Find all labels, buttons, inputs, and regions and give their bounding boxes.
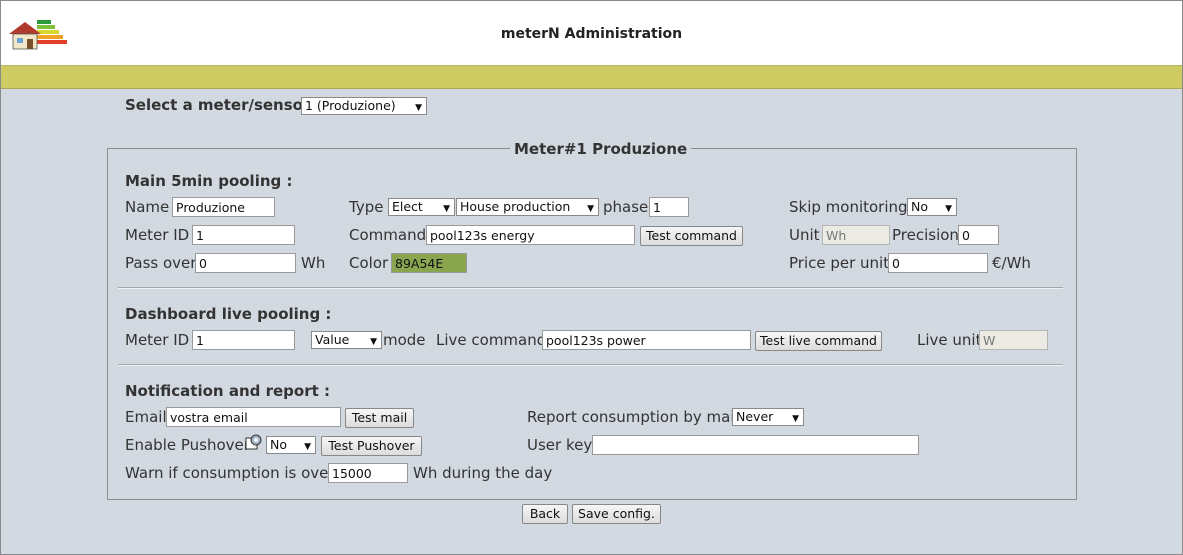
live-section-title: Dashboard live pooling : xyxy=(125,305,332,323)
subtype-select-value: House production xyxy=(460,199,571,214)
back-button[interactable]: Back xyxy=(522,504,568,524)
warn-label: Warn if consumption is over xyxy=(125,464,335,482)
phase-input[interactable]: 1 xyxy=(649,197,689,217)
warn-suffix: Wh during the day xyxy=(413,464,553,482)
page-title: meterN Administration xyxy=(500,26,683,42)
meter-select-value: 1 (Produzione) xyxy=(305,98,396,113)
live-command-input[interactable]: pool123s power xyxy=(542,330,751,350)
phase-label: phase xyxy=(603,198,649,216)
user-key-input[interactable] xyxy=(592,435,919,455)
type-select[interactable]: Elect ▼ xyxy=(388,198,455,216)
price-label: Price per unit xyxy=(789,254,890,272)
live-unit-input: W xyxy=(979,330,1048,350)
color-label: Color xyxy=(349,254,389,272)
chevron-down-icon: ▼ xyxy=(945,204,952,214)
live-meter-id-input[interactable]: 1 xyxy=(192,330,295,350)
email-label: Email xyxy=(125,408,167,426)
email-input[interactable]: vostra email xyxy=(166,407,341,427)
divider xyxy=(118,287,1063,289)
subtype-select[interactable]: House production ▼ xyxy=(456,198,599,216)
type-label: Type xyxy=(349,198,384,216)
header-band xyxy=(1,66,1182,89)
color-input[interactable]: 89A54E xyxy=(391,253,467,273)
pushover-label: Enable Pushover xyxy=(125,436,250,454)
pass-over-input[interactable]: 0 xyxy=(195,253,296,273)
price-input[interactable]: 0 xyxy=(888,253,988,273)
skip-monitoring-value: No xyxy=(911,199,928,214)
live-meter-id-label: Meter ID xyxy=(125,331,190,349)
price-unit: €/Wh xyxy=(992,254,1031,272)
type-select-value: Elect xyxy=(392,199,423,214)
name-input[interactable]: Produzione xyxy=(172,197,275,217)
pass-over-label: Pass over xyxy=(125,254,197,272)
warn-input[interactable]: 15000 xyxy=(328,463,408,483)
chevron-down-icon: ▼ xyxy=(304,442,311,452)
mode-label: mode xyxy=(383,331,426,349)
skip-monitoring-label: Skip monitoring xyxy=(789,198,908,216)
unit-label: Unit xyxy=(789,226,820,244)
chevron-down-icon: ▼ xyxy=(587,204,594,214)
meter-id-input[interactable]: 1 xyxy=(192,225,295,245)
pass-over-unit: Wh xyxy=(301,254,326,272)
save-config-button[interactable]: Save config. xyxy=(572,504,661,524)
chevron-down-icon: ▼ xyxy=(792,414,799,424)
report-select-value: Never xyxy=(736,409,774,424)
chevron-down-icon: ▼ xyxy=(370,337,377,347)
chevron-down-icon: ▼ xyxy=(443,204,450,214)
header: meterN Administration xyxy=(1,1,1182,66)
live-unit-label: Live unit xyxy=(917,331,982,349)
select-meter-label: Select a meter/sensor : xyxy=(125,96,322,114)
precision-input[interactable]: 0 xyxy=(958,225,999,245)
chevron-down-icon: ▼ xyxy=(415,103,422,113)
notify-section-title: Notification and report : xyxy=(125,382,330,400)
command-input[interactable]: pool123s energy xyxy=(426,225,635,245)
command-label: Command xyxy=(349,226,427,244)
divider xyxy=(118,364,1063,366)
pushover-select-value: No xyxy=(270,437,287,452)
meter-select[interactable]: 1 (Produzione) ▼ xyxy=(301,97,427,115)
test-mail-button[interactable]: Test mail xyxy=(345,408,414,428)
report-select[interactable]: Never ▼ xyxy=(732,408,804,426)
test-pushover-button[interactable]: Test Pushover xyxy=(321,436,422,456)
live-command-label: Live command xyxy=(436,331,547,349)
unit-input: Wh xyxy=(822,225,890,245)
pushover-select[interactable]: No ▼ xyxy=(266,436,316,454)
live-mode-select[interactable]: Value ▼ xyxy=(311,331,382,349)
meter-id-label: Meter ID xyxy=(125,226,190,244)
user-key-label: User key xyxy=(527,436,593,454)
skip-monitoring-select[interactable]: No ▼ xyxy=(907,198,957,216)
main-section-title: Main 5min pooling : xyxy=(125,172,293,190)
precision-label: Precision xyxy=(892,226,959,244)
test-live-command-button[interactable]: Test live command xyxy=(755,331,882,351)
test-command-button[interactable]: Test command xyxy=(640,226,743,246)
meter-legend: Meter#1 Produzione xyxy=(510,140,692,158)
help-icon[interactable] xyxy=(245,434,263,450)
report-label: Report consumption by mail xyxy=(527,408,739,426)
live-mode-value: Value xyxy=(315,332,350,347)
name-label: Name xyxy=(125,198,170,216)
